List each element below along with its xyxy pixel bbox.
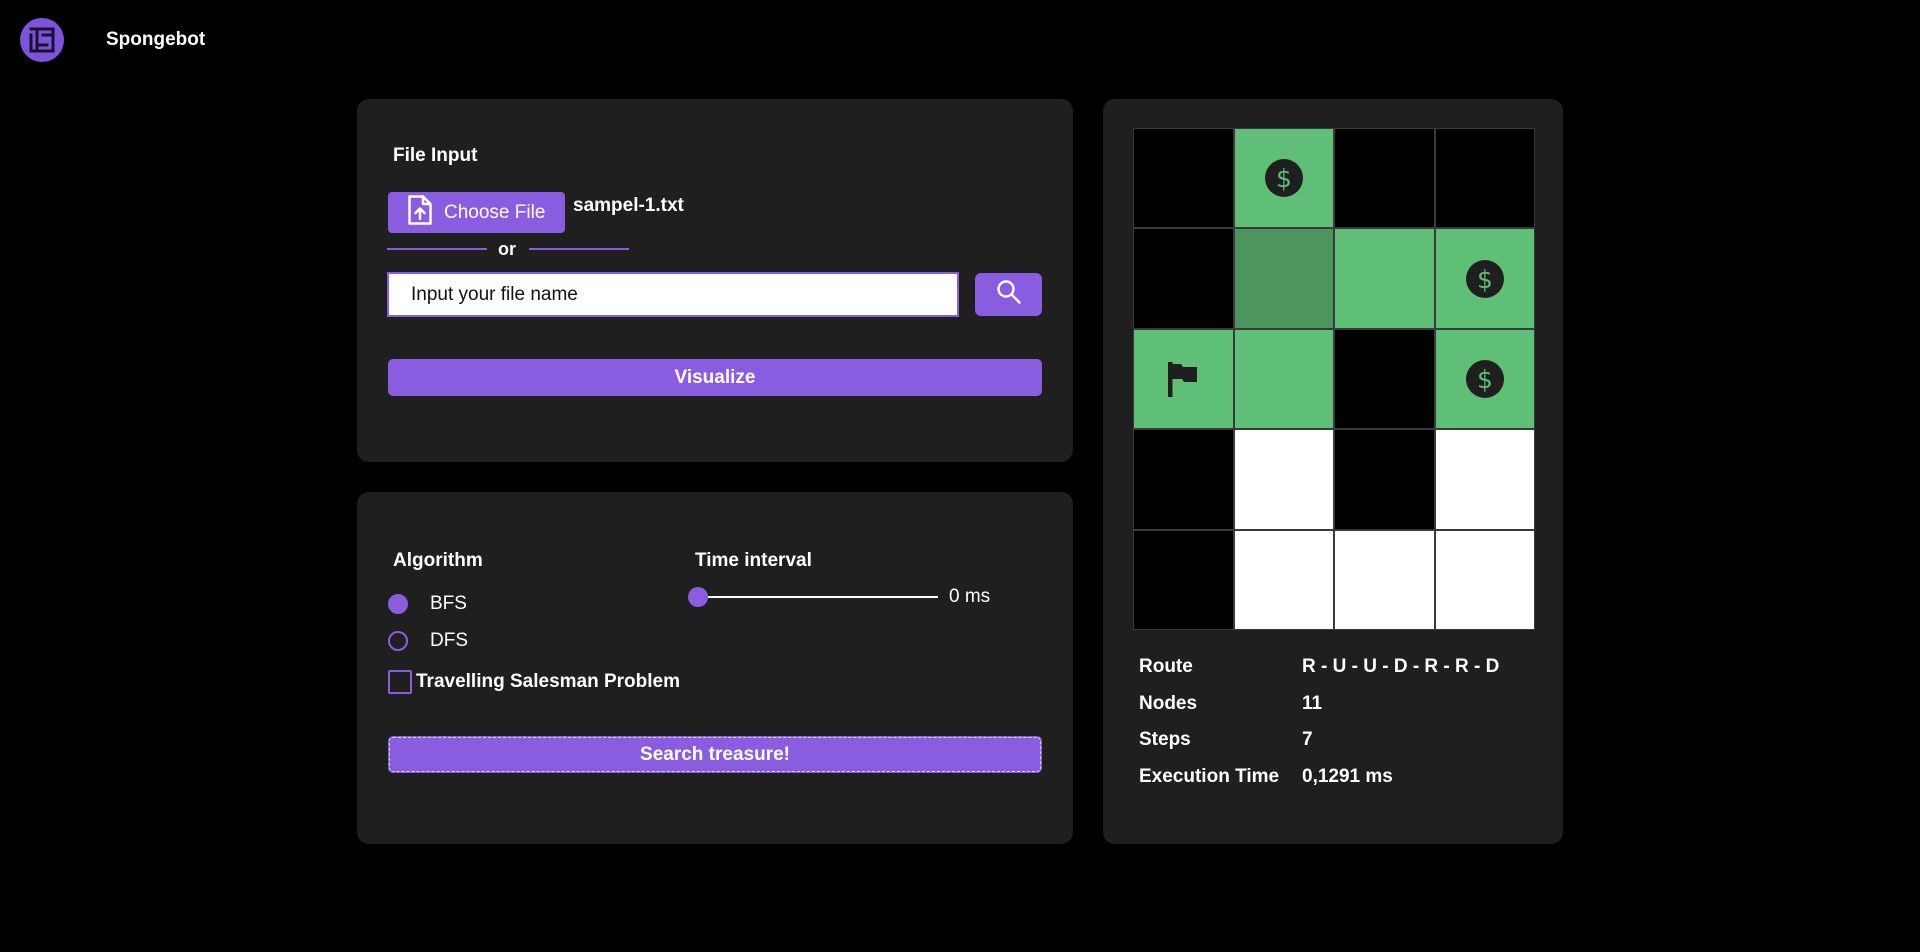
maze-cell-4-1 [1234, 530, 1333, 629]
svg-text:$: $ [1477, 265, 1493, 294]
route-value: R - U - U - D - R - R - D [1302, 656, 1500, 678]
tsp-option[interactable]: Travelling Salesman Problem [388, 670, 680, 694]
route-row: Route R - U - U - D - R - R - D [1139, 649, 1499, 686]
nodes-label: Nodes [1139, 692, 1198, 714]
maze-cell-0-3 [1435, 129, 1534, 228]
maze-cell-0-2 [1335, 129, 1434, 228]
execution-time-row: Execution Time 0,1291 ms [1139, 759, 1499, 796]
time-interval-slider[interactable] [688, 587, 938, 607]
maze-cell-1-1 [1234, 229, 1333, 328]
maze-cell-4-3 [1435, 530, 1534, 629]
treasure-icon: $ [1465, 359, 1505, 399]
maze-cell-3-2 [1335, 430, 1434, 529]
maze-cell-4-0 [1134, 530, 1233, 629]
treasure-icon: $ [1264, 158, 1304, 198]
maze-grid: $ $ $ [1133, 128, 1535, 630]
dfs-radio[interactable] [388, 631, 408, 651]
tsp-checkbox[interactable] [388, 670, 412, 694]
maze-cell-2-1 [1234, 329, 1333, 429]
maze-panel: $ $ $ Route R - U - U - D - R - R - D Node… [1103, 99, 1563, 844]
execution-time-label: Execution Time [1139, 765, 1280, 787]
nodes-value: 11 [1302, 692, 1323, 714]
maze-cell-4-2 [1335, 530, 1434, 629]
slider-thumb[interactable] [688, 587, 708, 607]
maze-cell-2-2 [1335, 329, 1434, 429]
execution-time-value: 0,1291 ms [1302, 765, 1393, 787]
file-name-input[interactable] [387, 272, 959, 317]
steps-row: Steps 7 [1139, 722, 1499, 759]
steps-label: Steps [1139, 729, 1191, 751]
svg-text:$: $ [1477, 365, 1493, 394]
tsp-label: Travelling Salesman Problem [416, 671, 680, 692]
choose-file-label: Choose File [444, 201, 546, 223]
maze-cell-1-2 [1335, 229, 1434, 328]
maze-logo-icon [20, 18, 64, 62]
search-treasure-button[interactable]: Search treasure! [388, 736, 1042, 773]
svg-text:$: $ [1276, 164, 1292, 193]
file-upload-icon [408, 195, 432, 230]
maze-cell-1-3: $ [1435, 229, 1534, 328]
time-interval-value: 0 ms [949, 586, 991, 607]
maze-cell-1-0 [1134, 229, 1233, 328]
search-file-button[interactable] [975, 273, 1042, 316]
maze-cell-0-1: $ [1234, 129, 1333, 228]
app-name: Spongebot [106, 29, 206, 50]
app-brand: Spongebot [20, 18, 205, 62]
nodes-row: Nodes 11 [1139, 686, 1499, 723]
file-input-title: File Input [393, 145, 478, 166]
treasure-icon: $ [1465, 259, 1505, 299]
divider-left [387, 248, 487, 250]
choose-file-button[interactable]: Choose File [388, 192, 565, 233]
maze-cell-2-0 [1134, 329, 1233, 429]
divider-right [529, 248, 629, 250]
file-input-panel: File Input Choose File sampel-1.txt or V… [357, 99, 1073, 462]
search-icon [996, 279, 1022, 310]
visualize-button[interactable]: Visualize [388, 359, 1042, 396]
steps-value: 7 [1302, 729, 1313, 751]
maze-cell-2-3: $ [1435, 329, 1534, 429]
route-label: Route [1139, 656, 1193, 678]
selected-file-name: sampel-1.txt [573, 195, 684, 216]
algorithm-title: Algorithm [393, 550, 483, 571]
bfs-radio[interactable] [388, 594, 408, 614]
search-settings-panel: Algorithm BFS DFS Time interval 0 ms Tra… [357, 492, 1073, 844]
results-table: Route R - U - U - D - R - R - D Nodes 11… [1139, 649, 1499, 795]
maze-cell-3-1 [1234, 430, 1333, 529]
bfs-label: BFS [430, 593, 467, 614]
algorithm-option-bfs[interactable]: BFS [388, 593, 467, 615]
or-separator: or [498, 239, 516, 259]
maze-cell-0-0 [1134, 129, 1233, 228]
dfs-label: DFS [430, 630, 468, 651]
maze-cell-3-0 [1134, 430, 1233, 529]
algorithm-option-dfs[interactable]: DFS [388, 630, 468, 652]
slider-track [698, 596, 938, 598]
maze-cell-3-3 [1435, 430, 1534, 529]
time-interval-title: Time interval [695, 550, 812, 571]
start-flag-icon [1165, 360, 1201, 398]
